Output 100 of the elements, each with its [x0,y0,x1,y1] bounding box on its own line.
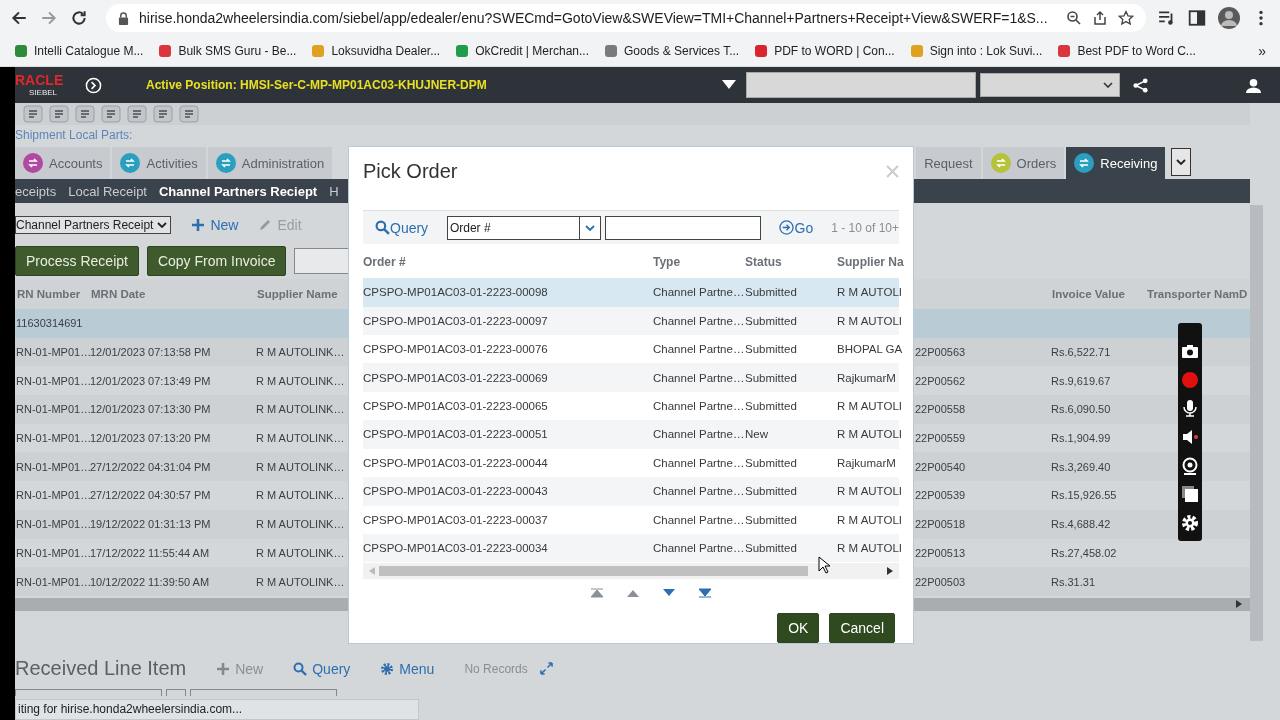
scroll-right-icon[interactable] [1236,600,1242,609]
table-cell-text: 22P00539 [914,489,967,502]
share-icon[interactable] [1132,76,1149,94]
table-cell-text: CPSPO-MP01AC03-01-2223-00076 [363,343,549,356]
horizontal-scrollbar[interactable] [363,563,899,580]
column-header[interactable]: Status [745,255,837,270]
header-search-field[interactable] [746,72,976,98]
user-icon[interactable] [1245,76,1262,94]
bookmark-link[interactable]: Bulk SMS Guru - Be... [158,44,297,58]
vertical-scrollbar[interactable] [1250,205,1263,641]
text-field[interactable] [190,688,337,696]
table-cell-text: Rs.3,269.40 [1050,460,1112,473]
nav-tab[interactable]: Activities [112,147,206,179]
table-cell-text: 12/01/2023 07:13:49 PM [90,374,212,387]
star-icon[interactable] [1118,10,1134,26]
column-header[interactable]: Supplier Name [255,288,350,300]
column-header[interactable]: RN Number [15,288,89,300]
table-cell-text: R M AUTOLINK… [255,518,346,531]
bookmark-link[interactable]: Intelli Catalogue M... [14,44,144,58]
table-cell-text: R M AUTOLINK… [255,374,346,387]
nav-tab[interactable]: Request [916,147,981,179]
record-count: No Records [464,661,528,676]
sidebar-icon[interactable] [1188,9,1206,27]
action-button[interactable]: Process Receipt [15,246,139,276]
window-icon[interactable] [1181,485,1199,504]
menu-button[interactable]: Menu [380,660,435,677]
expand-icon[interactable] [539,662,553,676]
first-page-icon[interactable] [590,588,604,599]
share-icon[interactable] [1092,10,1108,26]
toolbar-icon[interactable] [75,105,95,123]
address-bar[interactable]: hirise.honda2wheelersindia.com/siebel/app/edealer/enu?SWECmd=GotoView&SWEView=TMI+Channel+Partners+Receipt+View&SWERF=1&S... [106,4,1146,32]
nav-tab[interactable]: Receiving [1066,147,1166,179]
ok-button[interactable]: OK [777,613,820,643]
action-button[interactable]: Copy From Invoice [146,246,287,276]
column-header[interactable]: Order # [363,255,653,270]
webcam-icon[interactable] [1181,456,1199,475]
microphone-icon[interactable] [1181,399,1199,418]
previous-page-icon[interactable] [626,588,640,599]
record-range: 1 - 10 of 10+ [831,220,899,235]
table-cell: Channel Partne… [653,371,745,384]
camera-icon[interactable] [1181,342,1199,361]
subtab[interactable]: eceipts [15,183,57,199]
text-field[interactable] [166,688,186,696]
toolbar-icon[interactable] [153,105,173,123]
reload-icon[interactable] [70,9,88,27]
toolbar-icon[interactable] [49,105,69,123]
avatar-icon[interactable] [1218,7,1240,29]
back-icon[interactable] [10,9,28,27]
table-cell: Channel Partne… [653,428,745,441]
go-button[interactable]: Go [778,219,814,236]
chevron-icon [584,224,595,231]
bookmark-link[interactable]: Sign into : Lok Suvi... [909,44,1043,58]
table-cell-text: Submitted [745,513,798,526]
tabs-dropdown-button[interactable] [1171,148,1192,176]
toolbar-icon[interactable] [101,105,121,123]
caret-icon[interactable] [722,80,736,90]
nav-tab[interactable]: Administration [207,147,333,179]
search-icon [375,220,390,236]
column-header[interactable]: D [1237,288,1249,300]
table-cell-text: New [745,428,769,441]
toolbar-icon[interactable] [23,105,43,123]
nav-tab[interactable]: Accounts [15,147,111,179]
bookmark-link[interactable]: Best PDF to Word C... [1057,44,1196,58]
table-cell: Channel Partne… [653,542,745,555]
bookmark-link[interactable]: OkCredit | Merchan... [455,44,589,58]
table-cell: Channel Partne… [653,456,745,469]
subtab[interactable]: Local Receipt [68,183,147,199]
column-header[interactable]: Invoice Value [1050,288,1145,300]
bookmark-link[interactable]: PDF to WORD | Con... [754,44,895,58]
new-button[interactable]: New [191,217,239,233]
text-field[interactable] [15,688,162,696]
search-field[interactable] [604,215,761,240]
table-cell-text: Submitted [745,314,798,327]
more-bookmarks-button[interactable]: » [1258,43,1266,59]
subtab[interactable]: H [329,183,339,199]
column-header[interactable]: MRN Date [89,288,255,300]
zoom-icon[interactable] [1066,10,1082,26]
record-icon[interactable] [1181,370,1199,389]
forward-icon[interactable] [40,9,58,27]
active-position-text: Active Position: HMSI-Ser-C-MP-MP01AC03-KHUJNER-DPM [146,78,488,92]
playlist-icon[interactable] [1158,9,1176,27]
speaker-icon[interactable] [1181,427,1199,446]
cancel-button[interactable]: Cancel [829,613,895,643]
query-button[interactable]: Query [375,219,447,236]
column-header[interactable]: Type [653,255,745,270]
navigate-icon[interactable] [85,76,102,94]
bookmark-link[interactable]: Loksuvidha Dealer... [311,44,441,58]
last-page-icon[interactable] [698,588,712,599]
table-cell: R M AUTOLI [837,400,900,413]
table-cell: R M AUTOLI [837,513,900,526]
view-select[interactable]: Channel Partners Receipt [15,216,172,234]
scroll-right-icon[interactable] [887,567,893,576]
bookmark-link[interactable]: Goods & Services T... [604,44,740,58]
toolbar-icon[interactable] [127,105,147,123]
settings-icon[interactable] [1181,513,1199,532]
query-button[interactable]: Query [293,660,351,677]
nav-tab[interactable]: Orders [982,147,1065,179]
field-select[interactable]: Order # [446,215,601,240]
table-cell: R M AUTOLI [837,542,900,555]
toolbar-icon[interactable] [179,105,199,123]
